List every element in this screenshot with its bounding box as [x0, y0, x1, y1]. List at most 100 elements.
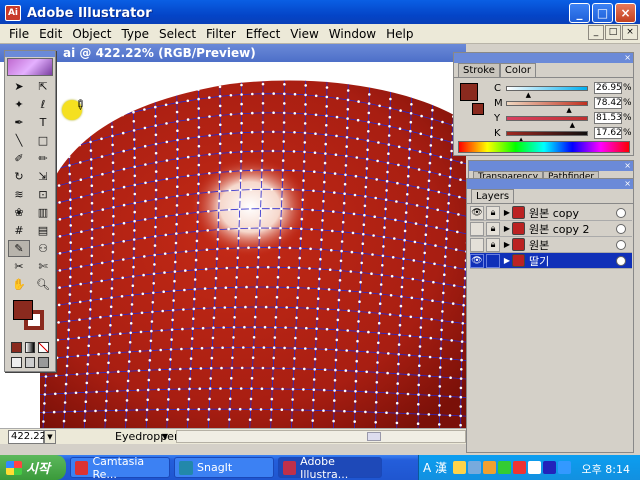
rectangle-tool-icon[interactable]: □ — [32, 132, 54, 149]
slice-tool-icon[interactable]: ✂ — [8, 258, 30, 275]
zoom-dropdown-icon[interactable]: ▼ — [44, 429, 56, 444]
tab-color[interactable]: Color — [499, 63, 536, 77]
taskbar-item[interactable]: Adobe Illustra... — [278, 455, 382, 480]
expand-triangle-icon[interactable]: ▶ — [502, 224, 512, 233]
menu-type[interactable]: Type — [116, 27, 154, 41]
color-mode-button[interactable] — [11, 342, 22, 353]
start-button[interactable]: 시작 — [0, 455, 66, 480]
paintbrush-tool-icon[interactable]: ✐ — [8, 150, 30, 167]
antivirus-icon[interactable] — [513, 461, 527, 474]
menu-object[interactable]: Object — [67, 27, 116, 41]
lock-icon[interactable]: 🔒︎ — [486, 237, 500, 252]
free-transform-tool-icon[interactable]: ⊡ — [32, 186, 54, 203]
menu-window[interactable]: Window — [324, 27, 381, 41]
lock-icon[interactable]: 🔒︎ — [486, 205, 500, 220]
tool-palette-titlebar[interactable] — [5, 51, 55, 57]
blend-tool-icon[interactable]: ⚇ — [32, 240, 54, 257]
tool-status-dropdown[interactable]: Eyedropper ▼ — [60, 430, 178, 444]
target-circle-icon[interactable] — [616, 207, 626, 218]
expand-triangle-icon[interactable]: ▶ — [502, 208, 512, 217]
lasso-tool-icon[interactable]: ℓ — [32, 96, 54, 113]
gradient-tool-icon[interactable]: ▤ — [32, 222, 54, 239]
tab-layers[interactable]: Layers — [471, 189, 515, 203]
line-tool-icon[interactable]: ╲ — [8, 132, 30, 149]
color-spectrum-bar[interactable] — [458, 141, 630, 153]
color-panel-titlebar[interactable]: × — [454, 53, 633, 63]
channel-value-field[interactable]: 17.62 — [594, 127, 622, 139]
visibility-eye-icon[interactable]: 👁︎ — [470, 205, 484, 220]
color-panel-fill-swatch[interactable] — [460, 83, 478, 101]
layer-row[interactable]: 👁︎ 🔒︎ ▶ 원본 copy — [470, 205, 632, 221]
channel-slider[interactable]: ▲ — [506, 115, 588, 129]
clock[interactable]: 오후 8:14 — [582, 461, 630, 477]
close-icon[interactable]: × — [624, 53, 631, 63]
zoom-tool-icon[interactable]: 🔍︎ — [32, 276, 54, 293]
horizontal-scrollbar[interactable] — [176, 430, 466, 443]
ime-indicator[interactable]: A 漢 — [423, 459, 447, 476]
network-icon[interactable] — [498, 461, 512, 474]
normal-screen-mode-button[interactable] — [11, 357, 22, 368]
target-circle-icon[interactable] — [616, 239, 626, 250]
pencil-tool-icon[interactable]: ✏ — [32, 150, 54, 167]
close-icon[interactable]: × — [624, 179, 631, 189]
artboard-canvas[interactable]: ✎ — [0, 62, 466, 428]
full-screen-menu-mode-button[interactable] — [24, 357, 36, 368]
channel-value-field[interactable]: 26.95 — [594, 82, 622, 94]
graph-tool-icon[interactable]: ▥ — [32, 204, 54, 221]
visibility-eye-icon[interactable]: 👁︎ — [470, 253, 484, 268]
target-circle-icon[interactable] — [616, 223, 626, 234]
doc-restore-button[interactable]: □ — [605, 25, 621, 40]
maximize-button[interactable]: □ — [592, 3, 613, 23]
menu-help[interactable]: Help — [381, 27, 418, 41]
minimize-button[interactable]: _ — [569, 3, 590, 23]
mesh-tool-icon[interactable]: # — [8, 222, 30, 239]
title-bar[interactable]: Ai Adobe Illustrator _ □ × — [0, 0, 640, 26]
warp-tool-icon[interactable]: ≋ — [8, 186, 30, 203]
expand-triangle-icon[interactable]: ▶ — [502, 240, 512, 249]
hand-tool-icon[interactable]: ✋ — [8, 276, 30, 293]
layer-row[interactable]: 🔒︎ ▶ 원본 copy 2 — [470, 221, 632, 237]
fill-stroke-widget[interactable] — [8, 297, 52, 337]
ime-status-icon[interactable] — [453, 461, 467, 474]
messenger-icon[interactable] — [558, 461, 572, 474]
scissors-tool-icon[interactable]: ✄ — [32, 258, 54, 275]
visibility-eye-icon[interactable] — [470, 221, 484, 236]
zoom-field[interactable]: 422.22% — [8, 429, 56, 444]
menu-view[interactable]: View — [285, 27, 323, 41]
layers-panel-titlebar[interactable]: × — [467, 179, 633, 189]
expand-triangle-icon[interactable]: ▶ — [502, 256, 512, 265]
color-panel-stroke-swatch[interactable] — [472, 103, 484, 115]
doc-close-button[interactable]: × — [622, 25, 638, 40]
channel-slider[interactable]: ▲ — [506, 100, 588, 114]
media-icon[interactable] — [543, 461, 557, 474]
eyedropper-tool-icon[interactable]: ✎ — [8, 240, 30, 257]
visibility-eye-icon[interactable] — [470, 237, 484, 252]
symbol-sprayer-tool-icon[interactable]: ❀ — [8, 204, 30, 221]
fill-swatch[interactable] — [13, 300, 33, 320]
gradient-mode-button[interactable] — [24, 342, 36, 353]
menu-edit[interactable]: Edit — [34, 27, 67, 41]
document-title[interactable]: ai @ 422.22% (RGB/Preview) — [0, 44, 466, 62]
channel-slider[interactable]: ▲ — [506, 130, 588, 144]
layer-row[interactable]: 🔒︎ ▶ 원본 — [470, 237, 632, 253]
lock-icon[interactable]: 🔒︎ — [486, 221, 500, 236]
transparency-panel-titlebar[interactable]: × — [469, 161, 633, 171]
target-circle-icon[interactable] — [616, 255, 626, 266]
channel-slider[interactable]: ▲ — [506, 85, 588, 99]
selection-tool-icon[interactable]: ➤ — [8, 78, 30, 95]
volume-icon[interactable] — [528, 461, 542, 474]
magic-wand-tool-icon[interactable]: ✦ — [8, 96, 30, 113]
taskbar-item[interactable]: SnagIt — [174, 457, 274, 478]
taskbar-item[interactable]: Camtasia Re... — [70, 455, 170, 480]
pen-tool-icon[interactable]: ✒ — [8, 114, 30, 131]
direct-selection-tool-icon[interactable]: ⇱ — [32, 78, 54, 95]
scrollbar-thumb[interactable] — [367, 432, 381, 441]
menu-file[interactable]: File — [4, 27, 34, 41]
none-mode-button[interactable] — [38, 342, 50, 353]
menu-filter[interactable]: Filter — [201, 27, 241, 41]
rotate-tool-icon[interactable]: ↻ — [8, 168, 30, 185]
tab-stroke[interactable]: Stroke — [458, 63, 500, 77]
color-fill-stroke[interactable] — [458, 81, 492, 126]
close-button[interactable]: × — [615, 3, 636, 23]
channel-value-field[interactable]: 78.42 — [594, 97, 622, 109]
